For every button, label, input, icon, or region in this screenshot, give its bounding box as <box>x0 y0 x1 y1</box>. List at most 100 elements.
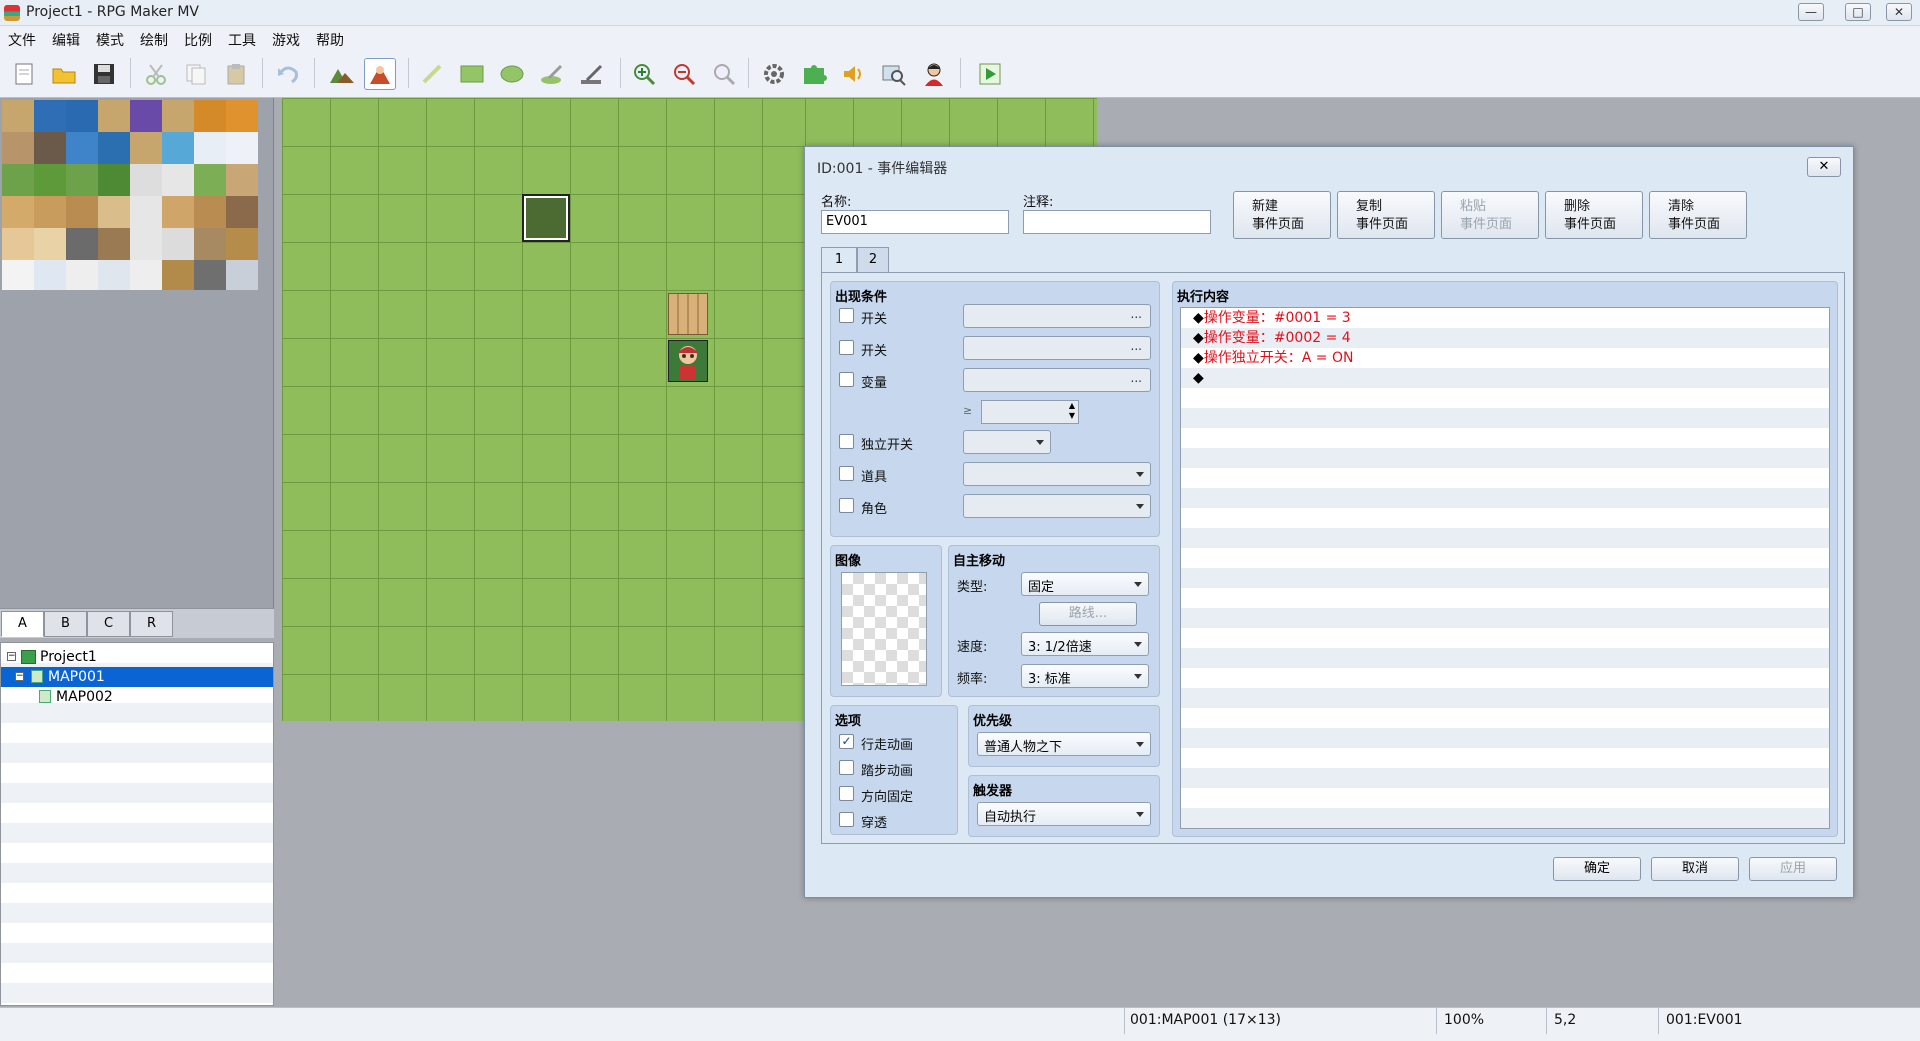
tileset-grid[interactable] <box>2 100 262 290</box>
tree-item-project[interactable]: − Project1 <box>1 647 273 667</box>
command-line[interactable]: ◆操作变量：#0001 = 3 <box>1193 308 1351 328</box>
spinner-arrows-icon[interactable]: ▲ ▼ <box>1069 401 1075 421</box>
selected-event-tile[interactable] <box>522 194 570 242</box>
event-image-preview[interactable] <box>841 572 927 686</box>
cut-icon[interactable] <box>140 58 172 90</box>
door-event-sprite[interactable] <box>668 293 708 335</box>
save-project-icon[interactable] <box>88 58 120 90</box>
tab-c[interactable]: C <box>87 611 130 637</box>
open-project-icon[interactable] <box>48 58 80 90</box>
playtest-icon[interactable] <box>974 58 1006 90</box>
map-canvas-top[interactable] <box>805 98 1097 148</box>
switch1-label: 开关 <box>861 312 888 327</box>
ellipse-icon[interactable] <box>496 58 528 90</box>
command-line[interactable]: ◆操作独立开关：A = ON <box>1193 348 1353 368</box>
delete-page-button[interactable]: 删除 事件页面 <box>1545 191 1643 239</box>
route-button[interactable]: 路线... <box>1039 602 1137 626</box>
paste-icon[interactable] <box>220 58 252 90</box>
priority-select[interactable]: 普通人物之下 <box>977 732 1151 756</box>
actor-checkbox[interactable] <box>839 498 854 513</box>
tab-page-1[interactable]: 1 <box>821 247 857 273</box>
variable-value-spinner[interactable]: ▲ ▼ <box>981 400 1079 424</box>
shadow-pen-icon[interactable] <box>576 58 608 90</box>
menu-edit[interactable]: 编辑 <box>44 26 88 50</box>
tab-r[interactable]: R <box>130 611 173 637</box>
collapse-icon[interactable]: − <box>15 672 24 681</box>
menu-help[interactable]: 帮助 <box>308 26 352 50</box>
tab-b[interactable]: B <box>44 611 87 637</box>
menu-scale[interactable]: 比例 <box>176 26 220 50</box>
zoom-actual-icon[interactable] <box>708 58 740 90</box>
note-field[interactable] <box>1023 210 1211 234</box>
pencil-icon[interactable] <box>416 58 448 90</box>
menu-game[interactable]: 游戏 <box>264 26 308 50</box>
database-icon[interactable] <box>758 58 790 90</box>
zoom-out-icon[interactable] <box>668 58 700 90</box>
switch1-selector[interactable]: ... <box>963 304 1151 328</box>
apply-button[interactable]: 应用 <box>1749 857 1837 881</box>
flood-fill-icon[interactable] <box>536 58 568 90</box>
self-switch-select[interactable] <box>963 430 1051 454</box>
item-select[interactable] <box>963 462 1151 486</box>
menu-tools[interactable]: 工具 <box>220 26 264 50</box>
menu-mode[interactable]: 模式 <box>88 26 132 50</box>
cancel-button[interactable]: 取消 <box>1651 857 1739 881</box>
minimize-button[interactable]: — <box>1798 3 1824 21</box>
character-event-sprite[interactable] <box>668 340 708 382</box>
new-project-icon[interactable] <box>8 58 40 90</box>
close-window-button[interactable]: ✕ <box>1886 3 1912 21</box>
command-line[interactable]: ◆ <box>1193 368 1204 388</box>
copy-icon[interactable] <box>180 58 212 90</box>
switch1-checkbox[interactable] <box>839 308 854 323</box>
plugin-manager-icon[interactable] <box>798 58 830 90</box>
status-zoom: 100% <box>1444 1012 1485 1028</box>
clear-page-button[interactable]: 清除 事件页面 <box>1649 191 1747 239</box>
movement-type-select[interactable]: 固定 <box>1021 572 1149 596</box>
sound-test-icon[interactable] <box>838 58 870 90</box>
character-generator-icon[interactable] <box>918 58 950 90</box>
tree-item-map001[interactable]: − MAP001 <box>1 667 273 687</box>
command-line[interactable]: ◆操作变量：#0002 = 4 <box>1193 328 1351 348</box>
undo-icon[interactable] <box>272 58 304 90</box>
copy-page-line1: 复制 <box>1356 199 1383 214</box>
trigger-group: 触发器 自动执行 <box>968 775 1160 837</box>
event-mode-icon[interactable] <box>364 58 396 90</box>
tab-page-2[interactable]: 2 <box>857 247 889 273</box>
event-searcher-icon[interactable] <box>878 58 910 90</box>
item-checkbox[interactable] <box>839 466 854 481</box>
tab-a[interactable]: A <box>1 611 44 637</box>
event-command-list[interactable]: ◆操作变量：#0001 = 3 ◆操作变量：#0002 = 4 ◆操作独立开关：… <box>1180 307 1830 829</box>
variable-checkbox[interactable] <box>839 372 854 387</box>
through-checkbox[interactable] <box>839 812 854 827</box>
new-page-button[interactable]: 新建 事件页面 <box>1233 191 1331 239</box>
walking-anim-checkbox[interactable]: ✓ <box>839 734 854 749</box>
dialog-close-button[interactable]: ✕ <box>1807 157 1841 177</box>
variable-selector[interactable]: ... <box>963 368 1151 392</box>
switch2-checkbox[interactable] <box>839 340 854 355</box>
actor-select[interactable] <box>963 494 1151 518</box>
app-icon <box>4 5 20 21</box>
copy-page-button[interactable]: 复制 事件页面 <box>1337 191 1435 239</box>
menu-draw[interactable]: 绘制 <box>132 26 176 50</box>
menu-file[interactable]: 文件 <box>0 26 44 50</box>
rectangle-icon[interactable] <box>456 58 488 90</box>
event-name-field[interactable]: EV001 <box>821 210 1009 234</box>
switch2-selector[interactable]: ... <box>963 336 1151 360</box>
collapse-icon[interactable]: − <box>7 652 16 661</box>
paste-page-button[interactable]: 粘贴 事件页面 <box>1441 191 1539 239</box>
self-switch-checkbox[interactable] <box>839 434 854 449</box>
tileset-palette[interactable] <box>0 98 274 608</box>
trigger-select[interactable]: 自动执行 <box>977 802 1151 826</box>
map-mode-icon[interactable] <box>326 58 358 90</box>
maximize-button[interactable]: □ <box>1845 3 1871 21</box>
movement-speed-select[interactable]: 3: 1/2倍速 <box>1021 632 1149 656</box>
direction-fix-checkbox[interactable] <box>839 786 854 801</box>
zoom-in-icon[interactable] <box>628 58 660 90</box>
contents-title: 执行内容 <box>1177 290 1230 305</box>
tree-item-map002[interactable]: MAP002 <box>1 687 273 707</box>
map-tree[interactable]: − Project1 − MAP001 MAP002 <box>0 642 274 1006</box>
stepping-anim-checkbox[interactable] <box>839 760 854 775</box>
movement-frequency-select[interactable]: 3: 标准 <box>1021 664 1149 688</box>
command-text: 操作变量：#0002 = 4 <box>1203 330 1351 346</box>
ok-button[interactable]: 确定 <box>1553 857 1641 881</box>
